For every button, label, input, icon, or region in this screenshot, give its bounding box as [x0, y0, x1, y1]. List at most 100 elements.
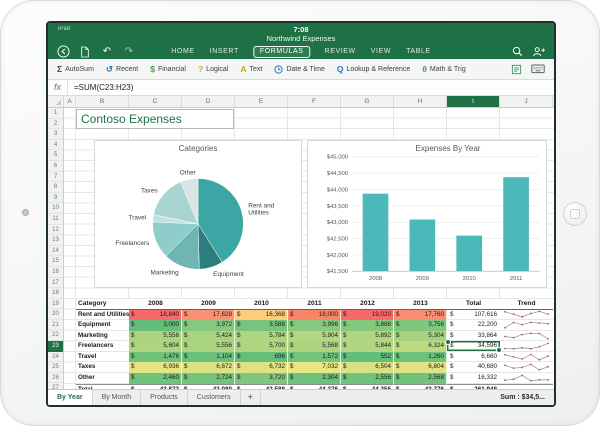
table-cell-2012[interactable]: $6,504 [341, 362, 394, 374]
column-header-g[interactable]: G [341, 96, 394, 107]
row-header-18[interactable]: 18 [48, 288, 63, 299]
status-sum[interactable]: Sum : $34,5... [500, 390, 554, 405]
column-header-h[interactable]: H [394, 96, 447, 107]
table-cell-2013[interactable]: $5,304 [394, 330, 447, 342]
table-cell-2011[interactable]: $18,000 [288, 309, 341, 321]
table-cell-trend[interactable] [500, 362, 553, 374]
toolbar-item-financial[interactable]: $ Financial [150, 64, 186, 74]
ribbon-tab-home[interactable]: HOME [170, 46, 195, 57]
table-cell-category[interactable]: Taxes [76, 362, 129, 374]
toolbar-item-math-trig[interactable]: θ Math & Trig [422, 64, 465, 74]
table-cell-2010[interactable]: $6,732 [235, 362, 288, 374]
table-cell-category[interactable]: Marketing [76, 330, 129, 342]
table-cell-2008[interactable]: $18,840 [129, 309, 182, 321]
row-header-23[interactable]: 23 [48, 341, 63, 352]
column-header-c[interactable]: C [129, 96, 182, 107]
column-header-b[interactable]: B [76, 96, 129, 107]
row-header-20[interactable]: 20 [48, 309, 63, 320]
row-header-4[interactable]: 4 [48, 140, 63, 151]
table-header-category[interactable]: Category [76, 298, 129, 310]
pie-chart[interactable]: Rent and Utilities Equipment Marketing Freel… [94, 140, 302, 288]
table-cell-2013[interactable]: $6,324 [394, 341, 447, 352]
insert-function-button[interactable] [511, 64, 522, 75]
row-header-8[interactable]: 8 [48, 182, 63, 193]
home-button[interactable] [563, 202, 587, 226]
redo-button[interactable]: ↷ [122, 45, 136, 58]
table-cell-2011[interactable]: $3,996 [288, 320, 341, 331]
table-cell-2009[interactable]: $6,672 [182, 362, 235, 374]
sheet-tab-products[interactable]: Products [141, 390, 188, 405]
table-cell-total[interactable]: $22,200 [447, 320, 500, 331]
toolbar-item-date-time[interactable]: Date & Time [274, 64, 325, 74]
row-header-3[interactable]: 3 [48, 129, 63, 140]
ribbon-tab-review[interactable]: REVIEW [324, 46, 357, 57]
table-cell-2013[interactable]: $6,804 [394, 362, 447, 374]
table-cell-2010[interactable]: $5,700 [235, 341, 288, 352]
table-header-2008[interactable]: 2008 [129, 298, 182, 310]
toolbar-item-recent[interactable]: ↺ Recent [106, 64, 138, 75]
table-cell-2011[interactable]: $2,304 [288, 373, 341, 384]
row-header-15[interactable]: 15 [48, 256, 63, 267]
column-header-d[interactable]: D [182, 96, 235, 107]
table-cell-2011[interactable]: $5,568 [288, 341, 341, 352]
table-header-2012[interactable]: 2012 [341, 298, 394, 310]
table-cell-trend[interactable] [500, 373, 553, 384]
row-header-19[interactable]: 19 [48, 299, 63, 310]
row-header-5[interactable]: 5 [48, 150, 63, 161]
table-cell-2009[interactable]: $5,424 [182, 330, 235, 342]
table-cell-2008[interactable]: $2,460 [129, 373, 182, 384]
table-cell-2008[interactable]: $1,476 [129, 351, 182, 363]
table-header-2011[interactable]: 2011 [288, 298, 341, 310]
row-header-9[interactable]: 9 [48, 193, 63, 204]
column-header-f[interactable]: F [288, 96, 341, 107]
select-all-corner[interactable] [48, 96, 64, 107]
table-cell-trend[interactable] [500, 309, 553, 321]
table-cell-total[interactable]: $40,680 [447, 362, 500, 374]
bar-2010[interactable] [456, 235, 483, 272]
table-cell-trend[interactable] [500, 341, 553, 352]
table-cell-total[interactable]: $6,660 [447, 351, 500, 363]
table-cell-category[interactable]: Equipment [76, 320, 129, 331]
add-sheet-button[interactable]: + [241, 390, 261, 405]
formula-input[interactable]: =SUM(C23:H23) [68, 83, 133, 92]
row-header-2[interactable]: 2 [48, 119, 63, 130]
table-header-trend[interactable]: Trend [500, 298, 553, 310]
table-cell-2009[interactable]: $3,972 [182, 320, 235, 331]
table-cell-2008[interactable]: $6,936 [129, 362, 182, 374]
table-cell-2008[interactable]: $5,556 [129, 330, 182, 342]
ribbon-tab-formulas[interactable]: FORMULAS [252, 45, 311, 58]
table-cell-2008[interactable]: $3,000 [129, 320, 182, 331]
table-header-2009[interactable]: 2009 [182, 298, 235, 310]
cells-area[interactable]: Contoso Expenses Rent and Utilities Equipm… [64, 108, 554, 405]
table-cell-category[interactable]: Freelancers [76, 341, 129, 352]
ribbon-tab-table[interactable]: TABLE [405, 46, 432, 57]
table-cell-2013[interactable]: $2,568 [394, 373, 447, 384]
row-header-14[interactable]: 14 [48, 246, 63, 257]
table-cell-category[interactable]: Other [76, 373, 129, 384]
toolbar-item-logical[interactable]: ? Logical [198, 64, 228, 74]
undo-button[interactable]: ↶ [100, 45, 114, 58]
column-header-j[interactable]: J [500, 96, 553, 107]
column-header-i[interactable]: I [447, 96, 500, 107]
table-cell-2009[interactable]: $1,104 [182, 351, 235, 363]
row-header-12[interactable]: 12 [48, 225, 63, 236]
ribbon-tab-insert[interactable]: INSERT [209, 46, 240, 57]
table-cell-2011[interactable]: $5,904 [288, 330, 341, 342]
table-cell-trend[interactable] [500, 330, 553, 342]
table-cell-total[interactable]: $16,332 [447, 373, 500, 384]
table-cell-2009[interactable]: $17,628 [182, 309, 235, 321]
row-header-25[interactable]: 25 [48, 362, 63, 373]
table-cell-trend[interactable] [500, 320, 553, 331]
ribbon-tab-view[interactable]: VIEW [370, 46, 392, 57]
table-cell-category[interactable]: Rent and Utilities [76, 309, 129, 321]
search-button[interactable] [510, 45, 524, 58]
bar-2008[interactable] [362, 193, 389, 272]
table-cell-2013[interactable]: $17,760 [394, 309, 447, 321]
row-header-6[interactable]: 6 [48, 161, 63, 172]
column-header-a[interactable]: A [64, 96, 76, 107]
table-cell-2010[interactable]: $3,720 [235, 373, 288, 384]
bar-2011[interactable] [503, 177, 529, 272]
sheet-title-cell[interactable]: Contoso Expenses [76, 109, 234, 129]
table-cell-2012[interactable]: $552 [341, 351, 394, 363]
table-cell-total[interactable]: $107,616 [447, 309, 500, 321]
